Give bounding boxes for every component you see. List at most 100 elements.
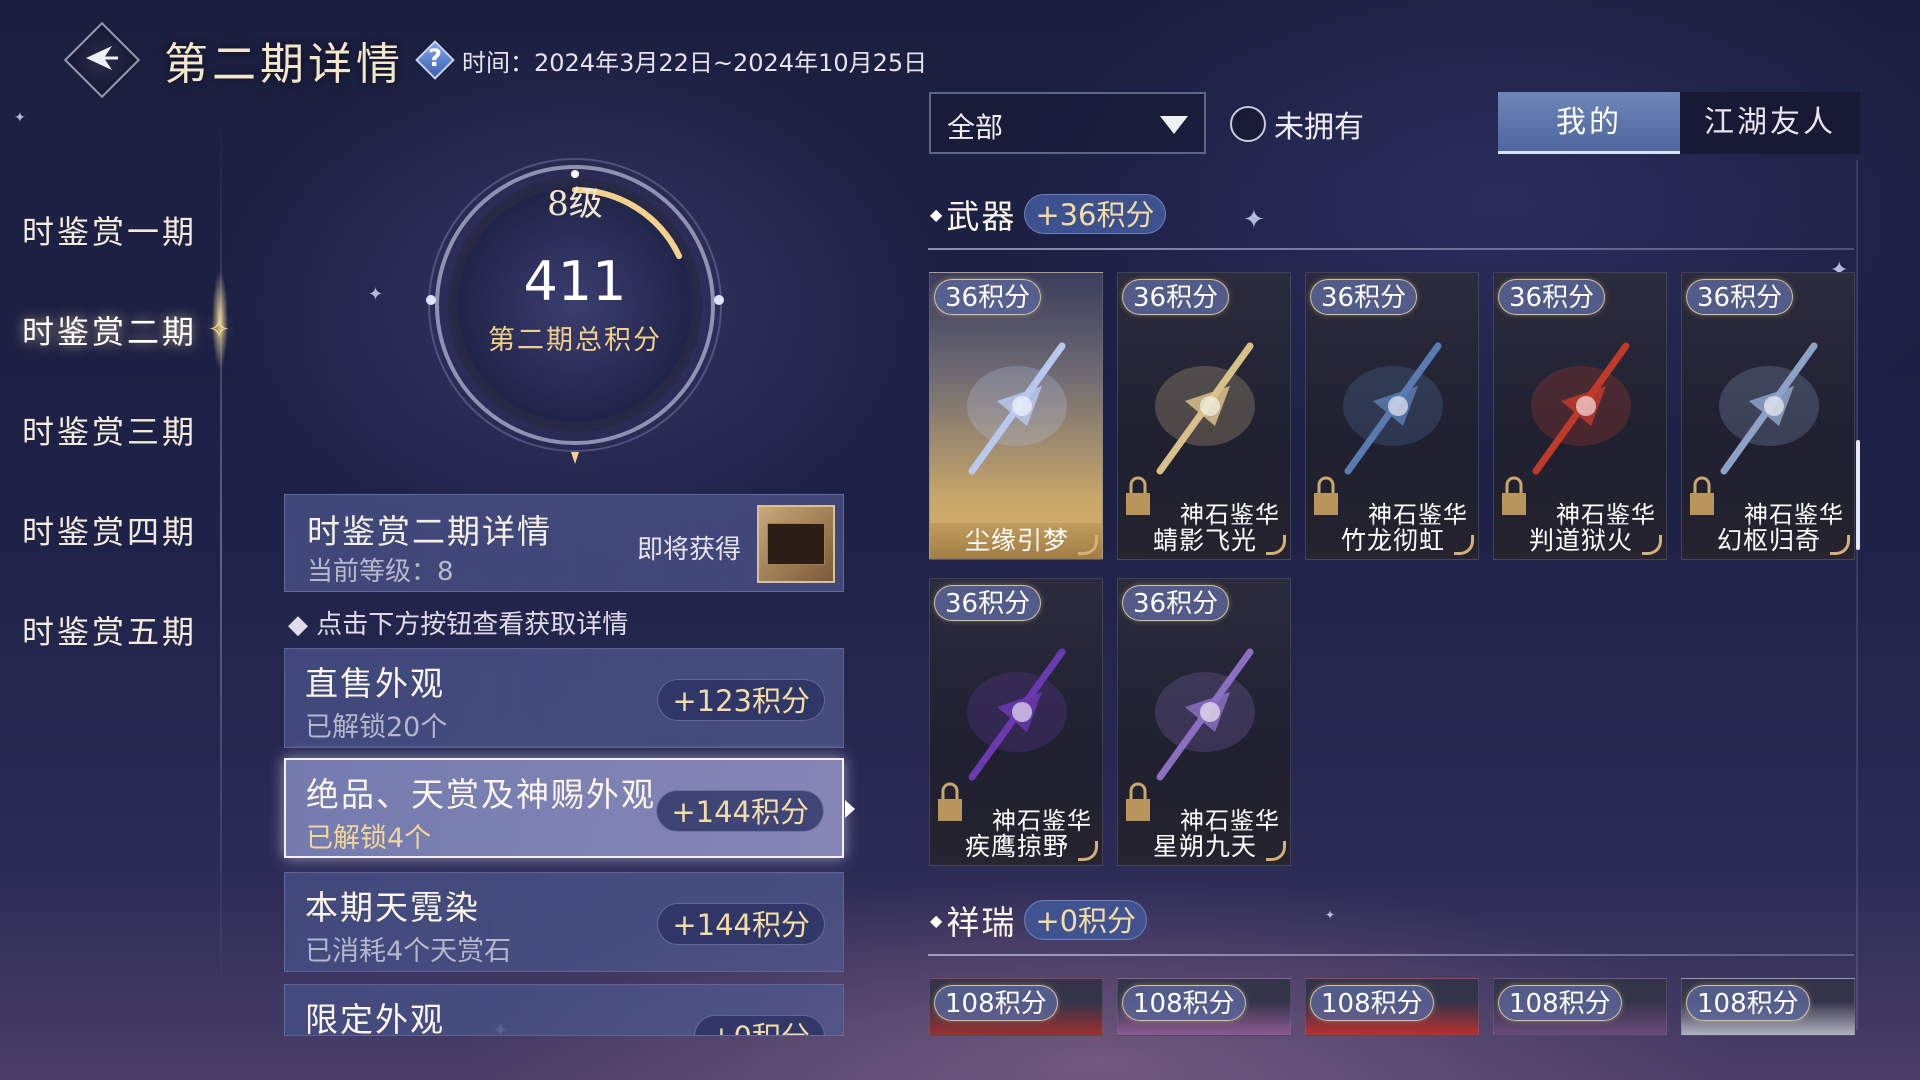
star-icon: ✦ bbox=[1325, 908, 1336, 922]
hint-text: ◆ 点击下方按钮查看获取详情 bbox=[288, 610, 629, 640]
section-weapons-header: ◆ 武器 +36积分 bbox=[930, 190, 1166, 238]
weapon-card[interactable]: 36积分 神石鉴华 竹龙彻虹 bbox=[1305, 272, 1479, 560]
category-direct-sale[interactable]: 直售外观 已解锁20个 +123积分 bbox=[284, 648, 844, 748]
nav-item-label: 时鉴赏二期 bbox=[22, 313, 198, 351]
scrollbar-track[interactable] bbox=[1856, 160, 1858, 1030]
auspicious-card[interactable]: 108积分 bbox=[1117, 978, 1291, 1036]
points-badge: 36积分 bbox=[1122, 585, 1230, 621]
points-badge: 108积分 bbox=[934, 985, 1058, 1021]
lock-icon bbox=[1126, 476, 1150, 515]
star-icon: ✦ bbox=[14, 110, 26, 126]
scrollbar-thumb[interactable] bbox=[1856, 440, 1860, 550]
section-title: 祥瑞 bbox=[946, 903, 1017, 942]
selection-arrow-icon bbox=[845, 800, 855, 818]
auspicious-card[interactable]: 108积分 bbox=[929, 978, 1103, 1036]
time-value: 2024年3月22日~2024年10月25日 bbox=[534, 48, 928, 77]
season-detail-card[interactable]: 时鉴赏二期详情 当前等级：8 即将获得 bbox=[284, 494, 844, 592]
lock-icon bbox=[938, 782, 962, 821]
lock-icon bbox=[1314, 476, 1338, 515]
nav-item-season-4[interactable]: 时鉴赏四期 bbox=[22, 480, 242, 580]
help-question-mark: ? bbox=[428, 44, 442, 72]
points-badge: 108积分 bbox=[1686, 985, 1810, 1021]
points-badge: 36积分 bbox=[1122, 279, 1230, 315]
page-title: 第二期详情 bbox=[164, 39, 404, 90]
lock-icon bbox=[1126, 782, 1150, 821]
filter-dropdown[interactable]: 全部 bbox=[929, 92, 1206, 154]
bullet-icon: ◆ bbox=[930, 910, 943, 930]
help-icon[interactable]: ? bbox=[414, 39, 456, 81]
weapon-image bbox=[1343, 342, 1443, 475]
header: 第二期详情 ? 时间： 2024年3月22日~2024年10月25日 bbox=[62, 20, 927, 100]
lock-icon bbox=[1502, 476, 1526, 515]
section-auspicious-header: ◆ 祥瑞 +0积分 bbox=[930, 896, 1148, 944]
category-title: 本期天霓染 bbox=[305, 888, 480, 927]
nav-item-label: 时鉴赏三期 bbox=[22, 413, 198, 451]
category-subtitle: 已解锁20个 bbox=[305, 712, 448, 743]
auspicious-card[interactable]: 108积分 bbox=[1493, 978, 1667, 1036]
category-subtitle: 已解锁4个 bbox=[306, 823, 432, 854]
back-arrow-icon bbox=[86, 46, 118, 70]
section-points: +36积分 bbox=[1024, 194, 1166, 234]
total-score-label: 第二期总积分 bbox=[488, 325, 662, 356]
category-points: +123积分 bbox=[657, 679, 825, 721]
category-dye[interactable]: 本期天霓染 已消耗4个天赏石 +144积分 bbox=[284, 872, 844, 972]
chevron-down-icon bbox=[1160, 116, 1188, 134]
unowned-radio[interactable] bbox=[1230, 106, 1266, 142]
tab-friends[interactable]: 江湖友人 bbox=[1680, 92, 1860, 154]
category-title: 限定外观 bbox=[305, 1000, 445, 1036]
section-title: 武器 bbox=[946, 197, 1017, 236]
category-points: +0积分 bbox=[694, 1015, 825, 1035]
auspicious-card[interactable]: 108积分 bbox=[1305, 978, 1479, 1036]
weapon-image bbox=[967, 342, 1067, 475]
category-title: 绝品、天赏及神赐外观 bbox=[306, 775, 656, 814]
upcoming-reward-icon[interactable] bbox=[757, 505, 835, 583]
points-badge: 36积分 bbox=[934, 279, 1042, 315]
weapon-card[interactable]: 36积分 神石鉴华 幻枢归奇 bbox=[1681, 272, 1855, 560]
section-divider bbox=[928, 954, 1854, 956]
weapon-card[interactable]: 36积分 神石鉴华 判道狱火 bbox=[1493, 272, 1667, 560]
unowned-label: 未拥有 bbox=[1274, 110, 1364, 145]
category-subtitle: 已消耗4个天赏石 bbox=[305, 936, 512, 967]
soon-label: 即将获得 bbox=[637, 535, 742, 565]
weapon-image bbox=[1719, 342, 1819, 475]
total-score: 411 bbox=[523, 250, 627, 313]
points-badge: 108积分 bbox=[1310, 985, 1434, 1021]
points-badge: 36积分 bbox=[934, 585, 1042, 621]
star-icon: ✦ bbox=[368, 284, 384, 305]
sparkle-icon: ✧ bbox=[208, 315, 233, 345]
nav-item-season-1[interactable]: 时鉴赏一期 bbox=[22, 180, 242, 280]
weapon-image bbox=[967, 648, 1067, 781]
star-icon: ✦ bbox=[1243, 205, 1265, 235]
category-premium[interactable]: 绝品、天赏及神赐外观 已解锁4个 +144积分 bbox=[284, 758, 844, 858]
nav-item-season-3[interactable]: 时鉴赏三期 bbox=[22, 380, 242, 480]
tab-mine[interactable]: 我的 bbox=[1498, 92, 1680, 154]
weapon-image bbox=[1155, 342, 1255, 475]
section-points: +0积分 bbox=[1024, 900, 1148, 940]
back-button[interactable] bbox=[62, 20, 142, 100]
auspicious-card[interactable]: 108积分 bbox=[1681, 978, 1855, 1036]
time-label: 时间： bbox=[462, 48, 534, 77]
nav-item-label: 时鉴赏五期 bbox=[22, 613, 198, 651]
lock-icon bbox=[1690, 476, 1714, 515]
section-divider bbox=[928, 248, 1854, 250]
bullet-icon: ◆ bbox=[930, 204, 943, 224]
weapon-card[interactable]: 36积分 神石鉴华 蜻影飞光 bbox=[1117, 272, 1291, 560]
weapon-card[interactable]: 36积分 神石鉴华 星朔九天 bbox=[1117, 578, 1291, 866]
points-badge: 108积分 bbox=[1498, 985, 1622, 1021]
category-points: +144积分 bbox=[656, 790, 824, 832]
reward-image bbox=[767, 523, 825, 565]
nav-item-label: 时鉴赏一期 bbox=[22, 213, 198, 251]
nav-item-label: 时鉴赏四期 bbox=[22, 513, 198, 551]
nav-item-season-5[interactable]: 时鉴赏五期 bbox=[22, 580, 242, 680]
weapon-card[interactable]: 36积分 神石鉴华 疾鹰掠野 bbox=[929, 578, 1103, 866]
detail-title: 时鉴赏二期详情 bbox=[307, 512, 552, 551]
weapon-card[interactable]: 36积分 尘缘引梦 bbox=[929, 272, 1103, 560]
weapon-image bbox=[1531, 342, 1631, 475]
category-limited[interactable]: 限定外观 +0积分 bbox=[284, 984, 844, 1036]
points-badge: 36积分 bbox=[1310, 279, 1418, 315]
unowned-filter[interactable]: 未拥有 bbox=[1230, 102, 1364, 146]
current-level: 当前等级：8 bbox=[307, 557, 454, 587]
weapon-image bbox=[1155, 648, 1255, 781]
filter-dropdown-value: 全部 bbox=[947, 111, 1004, 144]
nav-item-season-2[interactable]: 时鉴赏二期 ✧ bbox=[22, 280, 242, 380]
